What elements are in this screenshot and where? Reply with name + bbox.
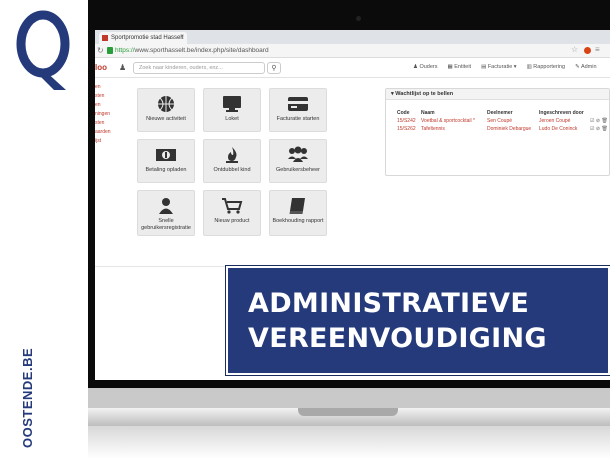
col-code: Code — [397, 110, 410, 116]
laptop-frame: Sportpromotie stad Hasselt × ↻ https://w… — [88, 0, 610, 459]
app-sidebar: en sten en ningen sten aarden ijst — [95, 84, 121, 147]
nav-item-admin[interactable]: ✎ Admin — [575, 64, 596, 70]
sidebar-item[interactable]: en — [95, 84, 121, 93]
oostende-logo-icon — [16, 10, 70, 90]
tile-nieuwe-activiteit[interactable]: Nieuwe activiteit — [137, 88, 195, 132]
waitlist-panel: ▾ Wachtlijst op te bellen Code Naam Deel… — [385, 88, 610, 176]
tile-boekhouding-rapport[interactable]: Boekhouding rapport — [269, 190, 327, 236]
cell-door[interactable]: Jeroen Coupé — [539, 118, 570, 124]
tile-label: Nieuwe activiteit — [146, 116, 186, 122]
sidebar-item[interactable]: en — [95, 102, 121, 111]
user-icon — [159, 198, 173, 214]
cell-naam[interactable]: Tafeltennis — [421, 126, 445, 132]
monitor-icon — [223, 96, 241, 112]
users-icon — [288, 146, 308, 162]
bookmark-star-icon[interactable]: ☆ — [571, 45, 578, 54]
tile-label: Betaling opladen — [145, 167, 187, 173]
tile-label: Gebruikersbeheer — [275, 167, 321, 173]
app-header: loo ♟ Zoek naar kinderen, ouders, enz...… — [95, 58, 610, 78]
nav-label: Facturatie ▾ — [487, 64, 517, 70]
credit-card-icon — [288, 97, 308, 111]
col-ingeschreven-door: Ingeschreven door — [539, 110, 584, 116]
slide: OOSTENDE.BE Sportpromotie stad Hasselt ×… — [0, 0, 610, 459]
title-banner: ADMINISTRATIEVE VEREENVOUDIGING — [225, 265, 610, 376]
cell-code: 15/S262 — [397, 126, 416, 132]
sidebar-item[interactable]: ijst — [95, 138, 121, 147]
sidebar-item[interactable]: aarden — [95, 129, 121, 138]
tile-label: Loket — [225, 116, 239, 122]
url-path: www.sporthasselt.be/index.php/site/dashb… — [134, 47, 269, 54]
tile-loket[interactable]: Loket — [203, 88, 261, 132]
row-action-icons[interactable]: ☑ ⊘ 🗑 — [590, 126, 608, 132]
browser-tabbar: Sportpromotie stad Hasselt × — [95, 30, 610, 44]
lock-icon — [107, 47, 113, 54]
app-nav: ♟ Ouders ▦ Entiteit ▤ Facturatie ▾ ▥ Rap… — [413, 64, 597, 70]
laptop-shadow — [88, 426, 610, 459]
tile-snelle-gebruikersregistratie[interactable]: Snelle gebruikersregistratie — [137, 190, 195, 236]
col-naam: Naam — [421, 110, 435, 116]
col-deelnemer: Deelnemer — [487, 110, 513, 116]
nav-label: Admin — [580, 64, 597, 70]
menu-icon[interactable]: ≡ — [595, 45, 600, 54]
tile-label: Snelle gebruikersregistratie — [141, 218, 191, 231]
browser-urlbar: ↻ https://www.sporthasselt.be/index.php/… — [95, 44, 610, 58]
fire-icon — [226, 147, 238, 163]
nav-label: Rapportering — [533, 64, 566, 70]
cell-naam[interactable]: Voetbal & sportcocktail * — [421, 118, 475, 124]
brand-column: OOSTENDE.BE — [0, 0, 88, 459]
cell-deelnemer[interactable]: Sen Coupé — [487, 118, 512, 124]
tile-ontdubbel-kind[interactable]: Ontdubbel kind — [203, 139, 261, 183]
tile-facturatie-starten[interactable]: Facturatie starten — [269, 88, 327, 132]
cell-code: 15/S242 — [397, 118, 416, 124]
banner-line-2: VEREENVOUDIGING — [248, 323, 547, 354]
row-action-icons[interactable]: ☑ ⊘ 🗑 — [590, 118, 608, 124]
extension-icon[interactable] — [584, 47, 591, 54]
laptop-hinge — [88, 388, 610, 408]
sidebar-item[interactable]: sten — [95, 120, 121, 129]
search-input[interactable]: Zoek naar kinderen, ouders, enz... — [133, 62, 265, 74]
laptop-notch — [298, 408, 398, 416]
laptop-base — [88, 388, 610, 459]
nav-item-ouders[interactable]: ♟ Ouders — [413, 64, 438, 70]
url-field[interactable]: https://www.sporthasselt.be/index.php/si… — [115, 47, 269, 54]
panel-title-text: Wachtlijst op te bellen — [395, 91, 454, 97]
tile-label: Facturatie starten — [276, 116, 320, 122]
tile-gebruikersbeheer[interactable]: Gebruikersbeheer — [269, 139, 327, 183]
user-icon[interactable]: ♟ — [119, 63, 126, 72]
tile-label: Boekhouding rapport — [272, 218, 324, 224]
cell-door[interactable]: Ludo De Coninck — [539, 126, 577, 132]
url-protocol: https:// — [115, 47, 135, 54]
brand-text: OOSTENDE.BE — [20, 347, 35, 448]
basketball-icon — [158, 96, 174, 112]
nav-item-entiteit[interactable]: ▦ Entiteit — [448, 64, 472, 70]
nav-label: Entiteit — [454, 64, 472, 70]
reload-icon[interactable]: ↻ — [97, 46, 104, 55]
money-icon — [156, 149, 176, 161]
tile-label: Ontdubbel kind — [213, 167, 251, 173]
tile-betaling-opladen[interactable]: Betaling opladen — [137, 139, 195, 183]
sidebar-item[interactable]: ningen — [95, 111, 121, 120]
tile-label: Nieuw product — [214, 218, 250, 224]
banner-line-1: ADMINISTRATIEVE — [248, 288, 530, 319]
tile-nieuw-product[interactable]: Nieuw product — [203, 190, 261, 236]
panel-title: ▾ Wachtlijst op te bellen — [386, 89, 609, 100]
cart-icon — [222, 198, 243, 214]
search-button[interactable]: ⚲ — [267, 62, 281, 74]
nav-item-facturatie[interactable]: ▤ Facturatie ▾ — [481, 64, 516, 70]
sidebar-item[interactable]: sten — [95, 93, 121, 102]
app-logo[interactable]: loo — [95, 63, 107, 72]
cell-deelnemer[interactable]: Dominiek Debargue — [487, 126, 531, 132]
nav-item-rapportering[interactable]: ▥ Rapportering — [527, 64, 566, 70]
camera-icon — [356, 16, 361, 21]
nav-label: Ouders — [419, 64, 438, 70]
favicon-icon — [102, 35, 108, 41]
book-icon — [289, 198, 305, 214]
browser-tab[interactable]: Sportpromotie stad Hasselt × — [99, 32, 187, 44]
tab-title: Sportpromotie stad Hasselt — [111, 35, 184, 41]
tab-close-icon[interactable]: × — [180, 34, 184, 40]
